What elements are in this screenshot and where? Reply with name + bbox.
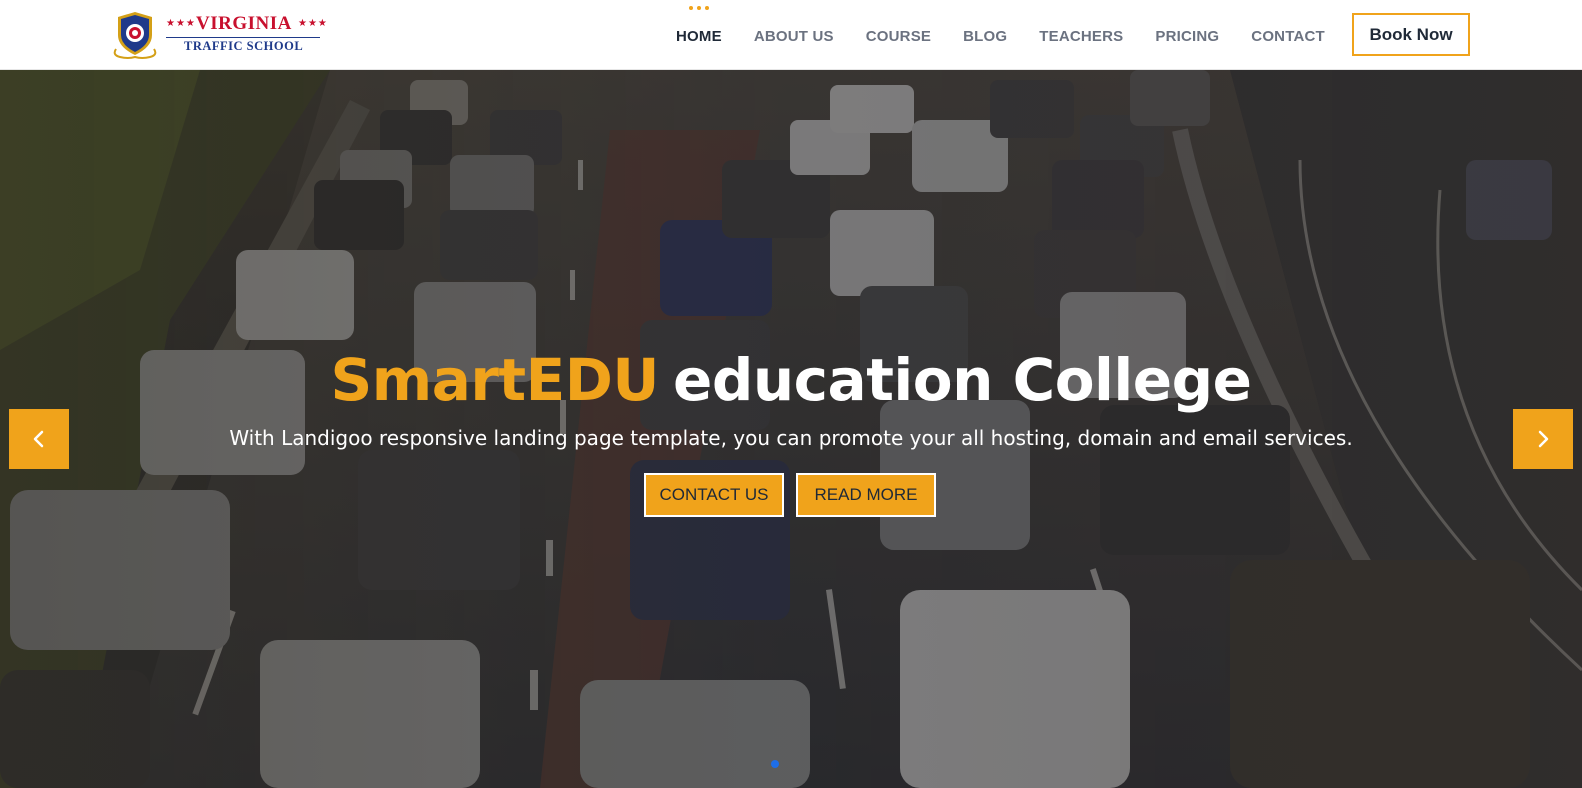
nav-item-contact[interactable]: CONTACT xyxy=(1251,26,1325,45)
nav-item-label: BLOG xyxy=(963,27,1008,45)
nav-item-about-us[interactable]: ABOUT US xyxy=(754,26,834,45)
hero-title-accent: SmartEDU xyxy=(330,346,660,414)
site-header: ★★★ VIRGINIA ★★★ TRAFFIC SCHOOL HOME ABO… xyxy=(0,0,1582,70)
nav-item-home[interactable]: HOME xyxy=(676,5,722,45)
slider-next-button[interactable] xyxy=(1513,409,1573,469)
nav-item-label: PRICING xyxy=(1155,27,1220,45)
nav-item-label: COURSE xyxy=(865,27,932,45)
nav-item-label: ABOUT US xyxy=(753,27,834,45)
hero-title: SmartEDU education College xyxy=(0,346,1582,414)
active-indicator-dots xyxy=(688,5,709,10)
logo-stars-right: ★★★ xyxy=(298,18,328,29)
nav-item-teachers[interactable]: TEACHERS xyxy=(1039,26,1123,45)
slider-prev-button[interactable] xyxy=(9,409,69,469)
slider-dot-indicator[interactable] xyxy=(771,760,779,768)
site-logo[interactable]: ★★★ VIRGINIA ★★★ TRAFFIC SCHOOL xyxy=(110,8,340,62)
chevron-right-icon xyxy=(1538,430,1549,448)
hero-title-rest: education College xyxy=(673,346,1252,414)
read-more-button[interactable]: READ MORE xyxy=(796,473,936,517)
chevron-left-icon xyxy=(33,430,44,448)
nav-item-blog[interactable]: BLOG xyxy=(963,26,1007,45)
hero-subtitle: With Landigoo responsive landing page te… xyxy=(229,426,1353,450)
book-now-button[interactable]: Book Now xyxy=(1352,13,1470,56)
hero-slider: SmartEDU education College With Landigoo … xyxy=(0,70,1582,788)
logo-wordmark: ★★★ VIRGINIA ★★★ TRAFFIC SCHOOL xyxy=(166,13,328,57)
nav-item-label: HOME xyxy=(676,27,722,45)
main-nav: HOME ABOUT US COURSE BLOG TEACHERS PRICI… xyxy=(676,0,1357,70)
logo-stars-left: ★★★ xyxy=(166,18,196,29)
logo-name: VIRGINIA xyxy=(196,13,292,34)
logo-subtitle: TRAFFIC SCHOOL xyxy=(184,39,304,53)
nav-item-label: TEACHERS xyxy=(1039,27,1124,45)
shield-seal-icon xyxy=(113,12,157,59)
landing-page: ★★★ VIRGINIA ★★★ TRAFFIC SCHOOL HOME ABO… xyxy=(0,0,1582,788)
nav-item-pricing[interactable]: PRICING xyxy=(1155,26,1219,45)
contact-us-button[interactable]: CONTACT US xyxy=(644,473,784,517)
nav-item-course[interactable]: COURSE xyxy=(866,26,931,45)
nav-item-label: CONTACT xyxy=(1251,27,1325,45)
logo-divider xyxy=(166,37,320,38)
